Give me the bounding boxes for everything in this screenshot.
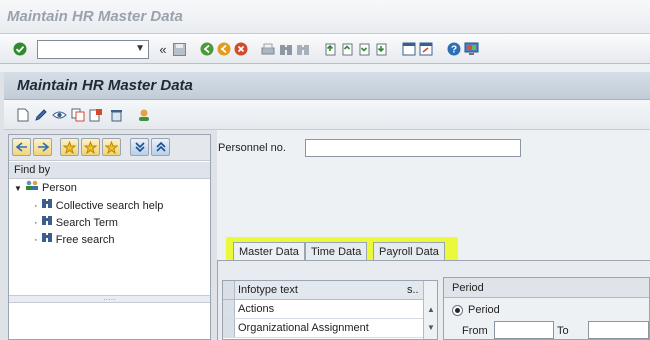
scroll-up-icon[interactable]: ▲ bbox=[427, 305, 435, 314]
copy-icon[interactable] bbox=[70, 107, 86, 123]
to-label: To bbox=[557, 325, 569, 337]
spacer bbox=[0, 64, 650, 72]
from-label: From bbox=[462, 325, 488, 337]
tree-node-collective-search-help[interactable]: · Collective search help bbox=[34, 197, 163, 212]
from-date-input[interactable] bbox=[494, 321, 554, 339]
nav-forward-icon[interactable] bbox=[33, 138, 52, 156]
binoculars-icon bbox=[41, 216, 56, 229]
object-manager-panel: Find by ▼ Person · Collective search hel… bbox=[8, 134, 211, 340]
personnel-number-label: Personnel no. bbox=[218, 142, 286, 154]
display-icon[interactable] bbox=[51, 107, 67, 123]
row-selector[interactable] bbox=[223, 300, 235, 318]
svg-text:?: ? bbox=[451, 45, 457, 56]
create-icon[interactable] bbox=[15, 107, 31, 123]
exit-icon[interactable] bbox=[216, 41, 232, 57]
last-page-icon[interactable] bbox=[373, 41, 389, 57]
expand-all-icon[interactable] bbox=[130, 138, 149, 156]
period-radio[interactable] bbox=[452, 305, 463, 316]
to-date-input[interactable] bbox=[588, 321, 649, 339]
scroll-down-icon[interactable]: ▼ bbox=[427, 323, 435, 332]
command-field[interactable]: ▼ bbox=[37, 40, 149, 59]
infotype-table: Infotype text s.. Actions Organizational… bbox=[222, 280, 438, 340]
back-icon[interactable] bbox=[199, 41, 215, 57]
collapse-icon[interactable]: « bbox=[155, 41, 171, 57]
save-icon[interactable] bbox=[171, 41, 187, 57]
tab-time-data[interactable]: Time Data bbox=[305, 242, 368, 260]
binoculars-icon bbox=[41, 233, 56, 246]
favorites-remove-icon[interactable] bbox=[102, 138, 121, 156]
select-all-cell[interactable] bbox=[223, 281, 235, 299]
tab-payroll-data[interactable]: Payroll Data bbox=[373, 242, 445, 260]
binoculars-icon bbox=[41, 199, 56, 212]
table-row[interactable]: Organizational Assignment bbox=[223, 319, 437, 338]
tree-node-label: Search Term bbox=[55, 217, 118, 229]
tree-bullet: · bbox=[34, 234, 38, 246]
tree-expand-icon[interactable]: ▼ bbox=[14, 184, 22, 193]
delete-icon[interactable] bbox=[108, 107, 124, 123]
print-icon[interactable] bbox=[260, 41, 276, 57]
tree-node-label: Free search bbox=[55, 234, 115, 246]
tree-node-search-term[interactable]: · Search Term bbox=[34, 214, 118, 229]
nav-back-icon[interactable] bbox=[12, 138, 31, 156]
new-session-icon[interactable] bbox=[401, 41, 417, 57]
cancel-icon[interactable] bbox=[233, 41, 249, 57]
shortcut-icon[interactable] bbox=[418, 41, 434, 57]
find-by-header: Find by bbox=[9, 162, 210, 179]
table-row[interactable]: Actions bbox=[223, 300, 437, 319]
delimit-icon[interactable] bbox=[88, 107, 104, 123]
infotype-cell: Organizational Assignment bbox=[238, 322, 369, 334]
first-page-icon[interactable] bbox=[322, 41, 338, 57]
previous-page-icon[interactable] bbox=[339, 41, 355, 57]
customize-layout-icon[interactable] bbox=[463, 41, 479, 57]
tree-node-person[interactable]: ▼ Person bbox=[14, 180, 77, 195]
column-header-s[interactable]: s.. bbox=[407, 284, 419, 296]
change-icon[interactable] bbox=[33, 107, 49, 123]
tree-node-free-search[interactable]: · Free search bbox=[34, 231, 115, 246]
infotype-table-header: Infotype text s.. bbox=[223, 281, 437, 300]
command-dropdown-icon[interactable]: ▼ bbox=[135, 43, 145, 54]
tab-label: Master Data bbox=[239, 246, 299, 258]
find-next-icon[interactable] bbox=[295, 41, 311, 57]
period-title: Period bbox=[444, 278, 649, 298]
period-group: Period Period From To bbox=[443, 277, 650, 340]
column-header-infotype-text[interactable]: Infotype text bbox=[238, 284, 298, 296]
page-title: Maintain HR Master Data bbox=[17, 77, 193, 94]
window-titlebar: Maintain HR Master Data bbox=[0, 0, 650, 34]
tab-master-data[interactable]: Master Data bbox=[233, 242, 305, 260]
favorites-icon[interactable] bbox=[81, 138, 100, 156]
tree-node-label: Collective search help bbox=[55, 200, 164, 212]
tab-label: Payroll Data bbox=[379, 246, 439, 258]
find-icon[interactable] bbox=[278, 41, 294, 57]
panel-splitter[interactable]: ..... bbox=[9, 293, 210, 303]
help-icon[interactable]: ? bbox=[446, 41, 462, 57]
tree-bullet: · bbox=[34, 217, 38, 229]
personnel-number-input[interactable] bbox=[305, 139, 521, 157]
screen-header: Maintain HR Master Data bbox=[4, 72, 650, 100]
enter-icon[interactable] bbox=[12, 41, 28, 57]
infotype-cell: Actions bbox=[238, 303, 275, 315]
person-icon bbox=[25, 180, 42, 194]
period-radio-label: Period bbox=[468, 304, 500, 316]
tree-bullet: · bbox=[34, 200, 38, 212]
overview-icon[interactable] bbox=[136, 107, 152, 123]
favorites-add-icon[interactable] bbox=[60, 138, 79, 156]
object-manager-toolbar bbox=[9, 135, 210, 161]
collapse-all-icon[interactable] bbox=[151, 138, 170, 156]
row-selector[interactable] bbox=[223, 319, 235, 337]
table-scrollbar[interactable]: ▲ ▼ bbox=[423, 281, 437, 339]
tree-node-label: Person bbox=[42, 182, 77, 194]
next-page-icon[interactable] bbox=[356, 41, 372, 57]
window-title: Maintain HR Master Data bbox=[7, 8, 183, 25]
tab-label: Time Data bbox=[311, 246, 362, 258]
